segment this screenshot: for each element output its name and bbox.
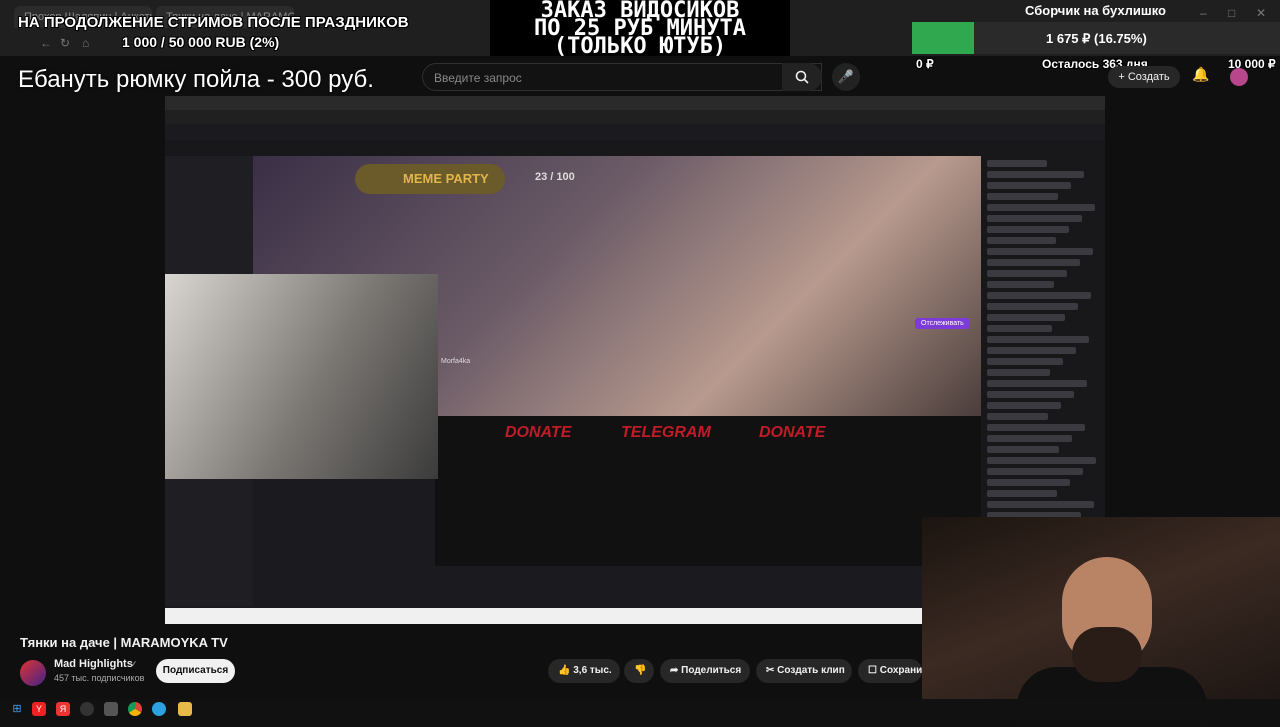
mic-button[interactable]: 🎤 <box>832 63 860 91</box>
chat-line <box>987 259 1080 266</box>
chat-line <box>987 314 1065 321</box>
share-icon: ➦ <box>670 665 682 676</box>
chrome-icon[interactable] <box>128 702 142 716</box>
telegram-icon[interactable] <box>152 702 166 716</box>
subscriber-count: 457 тыс. подписчиков <box>54 673 145 683</box>
chat-line <box>987 193 1058 200</box>
streamer-facecam <box>922 517 1280 727</box>
maximize-icon[interactable]: □ <box>1228 6 1235 20</box>
close-icon[interactable]: ✕ <box>1256 6 1266 20</box>
meme-party-count: 23 / 100 <box>535 171 575 183</box>
like-count: 3,6 тыс. <box>573 665 612 676</box>
donation-text: Ебануть рюмку пойла - 300 руб. <box>18 66 374 93</box>
search-icon <box>795 70 809 84</box>
chat-line <box>987 226 1069 233</box>
app-icon[interactable] <box>104 702 118 716</box>
chat-line <box>987 160 1047 167</box>
chat-line <box>987 435 1072 442</box>
streamer-name: Morfa4ka <box>441 358 471 365</box>
chat-line <box>987 303 1078 310</box>
channel-name[interactable]: Mad Highlights <box>54 658 133 670</box>
goal-title: НА ПРОДОЛЖЕНИЕ СТРИМОВ ПОСЛЕ ПРАЗДНИКОВ <box>18 14 409 31</box>
thumbs-up-icon: 👍 <box>558 665 574 676</box>
panel-telegram: TELEGRAM <box>621 424 711 441</box>
reload-icon[interactable]: ↻ <box>60 36 70 50</box>
chat-line <box>987 248 1093 255</box>
video-browser-url <box>165 110 1105 124</box>
bookmark-icon: ☐ <box>868 665 880 676</box>
verified-icon: ✓ <box>130 659 138 669</box>
create-button[interactable]: + Создать <box>1108 66 1180 88</box>
chat-line <box>987 424 1085 431</box>
chat-line <box>987 171 1084 178</box>
chat-line <box>987 336 1089 343</box>
chat-line <box>987 204 1095 211</box>
bell-icon[interactable]: 🔔 <box>1192 66 1209 83</box>
chat-line <box>987 501 1094 508</box>
clip-button[interactable]: ✂ Создать клип <box>756 659 852 683</box>
chat-line <box>987 270 1067 277</box>
chat-line <box>987 380 1087 387</box>
obs-icon[interactable] <box>80 702 94 716</box>
chat-line <box>987 468 1083 475</box>
video-twitch-header <box>165 140 1105 156</box>
chat-line <box>987 347 1076 354</box>
chat-line <box>987 490 1057 497</box>
save-label: Сохрани <box>879 665 922 676</box>
chat-line <box>987 358 1063 365</box>
avatar[interactable] <box>1230 68 1248 86</box>
yandex-icon[interactable]: Y <box>32 702 46 716</box>
yandex-browser-icon[interactable]: Я <box>56 702 70 716</box>
facecam-beard <box>1072 627 1142 682</box>
chat-line <box>987 369 1050 376</box>
explorer-icon[interactable] <box>178 702 192 716</box>
chat-line <box>987 457 1096 464</box>
like-button[interactable]: 👍 3,6 тыс. <box>548 659 620 683</box>
clip-label: Создать клип <box>777 665 845 676</box>
share-label: Поделиться <box>681 665 742 676</box>
chat-line <box>987 413 1048 420</box>
chat-line <box>987 402 1061 409</box>
follow-button: Отслеживать <box>915 318 970 329</box>
scissors-icon: ✂ <box>766 665 778 676</box>
taskbar: ⊞ Y Я <box>0 699 1280 720</box>
video-title: Тянки на даче | MARAMOYKA TV <box>20 635 228 650</box>
panel-donate-2: DONATE <box>759 424 826 441</box>
video-browser-tabs <box>165 96 1105 110</box>
fundraiser-progress-fill <box>912 22 974 54</box>
chat-line <box>987 215 1082 222</box>
create-label: Создать <box>1127 71 1170 83</box>
video-panels: DONATE TELEGRAM DONATE <box>435 416 981 566</box>
dislike-button[interactable]: 👎 <box>624 659 654 683</box>
chat-line <box>987 237 1056 244</box>
meme-party-badge: MEME PARTY <box>355 164 505 194</box>
plus-icon: + <box>1118 71 1128 83</box>
back-icon[interactable]: ← <box>40 36 52 50</box>
fundraiser-min: 0 ₽ <box>916 57 934 71</box>
chat-line <box>987 479 1070 486</box>
fundraiser-value: 1 675 ₽ (16.75%) <box>1046 31 1147 46</box>
chat-line <box>987 182 1071 189</box>
video-streamer-webcam <box>165 274 438 479</box>
chat-line <box>987 446 1059 453</box>
mic-icon: 🎤 <box>837 69 855 84</box>
order-banner: ЗАКАЗ ВИДОСИКОВ ПО 25 РУБ МИНУТА (ТОЛЬКО… <box>490 0 790 58</box>
thumbs-down-icon: 👎 <box>634 665 647 676</box>
fundraiser-title: Сборчик на бухлишко <box>1025 3 1166 18</box>
panel-donate: DONATE <box>505 424 572 441</box>
windows-icon[interactable]: ⊞ <box>10 702 24 716</box>
search-input[interactable]: Введите запрос <box>422 63 822 91</box>
chat-line <box>987 325 1052 332</box>
goal-progress: 1 000 / 50 000 RUB (2%) <box>122 34 280 50</box>
save-button[interactable]: ☐ Сохрани <box>858 659 922 683</box>
share-button[interactable]: ➦ Поделиться <box>660 659 750 683</box>
subscribe-button[interactable]: Подписаться <box>156 659 235 683</box>
chat-line <box>987 292 1091 299</box>
search-button[interactable] <box>782 63 822 91</box>
chat-line <box>987 281 1054 288</box>
chat-line <box>987 391 1074 398</box>
home-icon[interactable]: ⌂ <box>82 36 89 50</box>
minimize-icon[interactable]: – <box>1200 6 1207 20</box>
channel-avatar[interactable] <box>20 660 46 686</box>
